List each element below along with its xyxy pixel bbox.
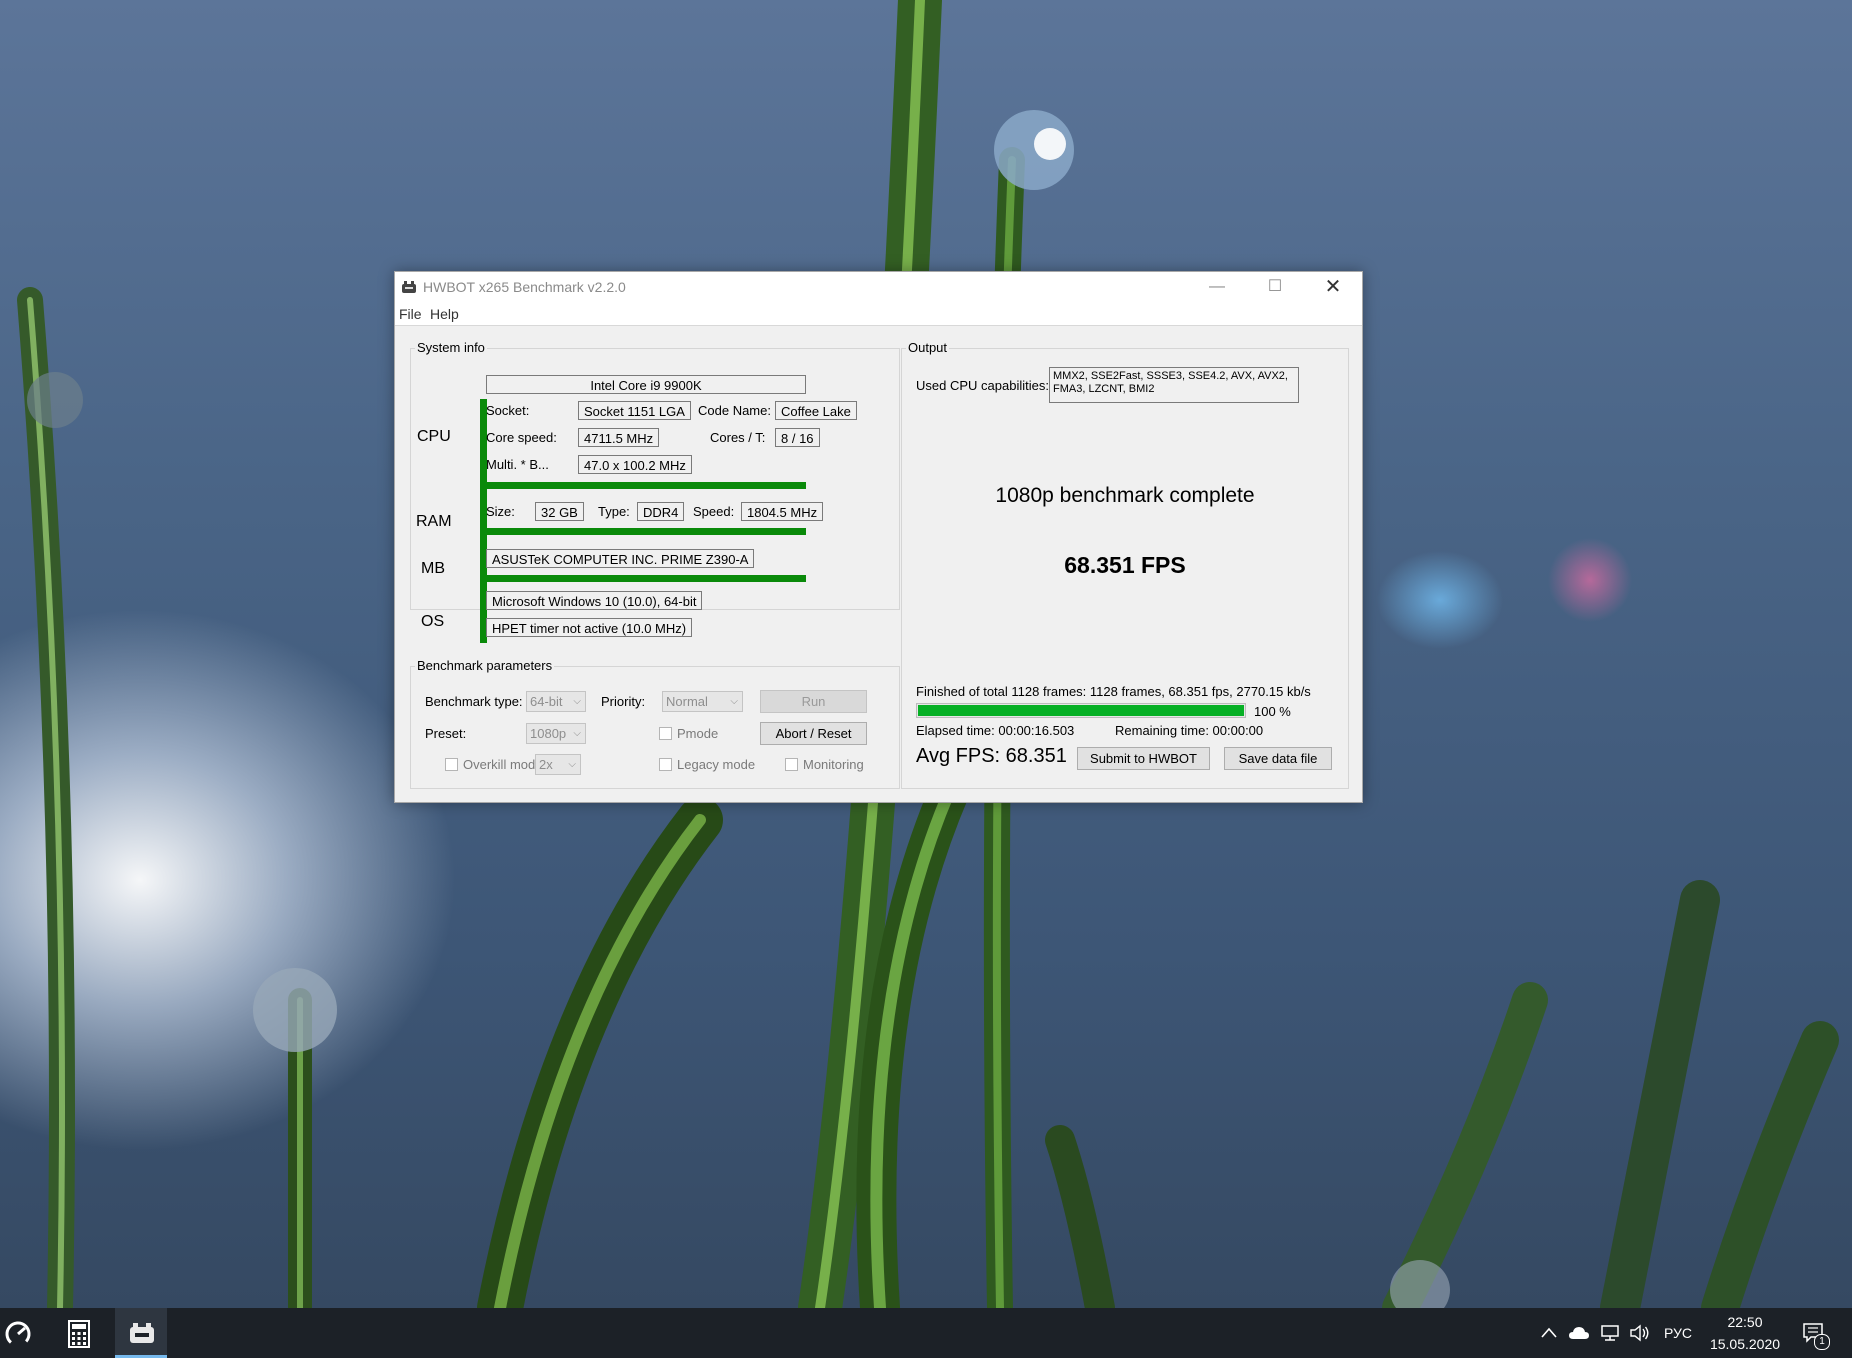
hwbot-app-icon[interactable] bbox=[126, 1318, 158, 1350]
ram-speed-label: Speed: bbox=[693, 504, 735, 519]
code-name-field: Coffee Lake bbox=[775, 401, 857, 420]
mb-divider-bar bbox=[486, 575, 806, 582]
cores-field: 8 / 16 bbox=[775, 428, 820, 447]
system-info-group: System info CPU RAM MB OS Intel Core i9 … bbox=[410, 340, 900, 643]
close-button[interactable]: ✕ bbox=[1304, 272, 1362, 303]
progress-bar bbox=[916, 703, 1246, 718]
overkill-select[interactable]: 2x ⌵ bbox=[535, 754, 581, 775]
abort-reset-button[interactable]: Abort / Reset bbox=[760, 722, 867, 745]
ram-type-field: DDR4 bbox=[637, 502, 685, 521]
volume-icon[interactable] bbox=[1629, 1324, 1651, 1342]
save-data-file-button[interactable]: Save data file bbox=[1224, 747, 1332, 770]
core-speed-field: 4711.5 MHz bbox=[578, 428, 660, 447]
benchmark-status: 1080p benchmark complete bbox=[995, 484, 1255, 507]
overkill-label: Overkill mode bbox=[463, 757, 543, 772]
elapsed-time: Elapsed time: 00:00:16.503 bbox=[916, 723, 1075, 738]
cpu-capabilities-line-1: MMX2, SSE2Fast, SSSE3, SSE4.2, AVX, AVX2… bbox=[1053, 370, 1288, 382]
ram-label: RAM bbox=[416, 513, 452, 530]
clock-date[interactable]: 15.05.2020 bbox=[1700, 1336, 1790, 1352]
submit-hwbot-button[interactable]: Submit to HWBOT bbox=[1077, 747, 1210, 770]
power-gauge-icon[interactable] bbox=[2, 1318, 34, 1350]
run-button[interactable]: Run bbox=[760, 690, 867, 713]
language-indicator[interactable]: РУС bbox=[1660, 1325, 1696, 1341]
onedrive-cloud-icon[interactable] bbox=[1568, 1325, 1590, 1341]
ram-size-label: Size: bbox=[486, 504, 515, 519]
ram-divider-bar bbox=[486, 528, 806, 535]
core-speed-label: Core speed: bbox=[486, 430, 557, 445]
preset-select[interactable]: 1080p ⌵ bbox=[526, 723, 586, 744]
multi-label: Multi. * B... bbox=[486, 457, 549, 472]
cpu-capabilities-field: MMX2, SSE2Fast, SSSE3, SSE4.2, AVX, AVX2… bbox=[1049, 367, 1299, 403]
pmode-label: Pmode bbox=[677, 726, 719, 741]
minimize-button[interactable]: — bbox=[1188, 272, 1246, 303]
progress-percent: 100 % bbox=[1254, 704, 1291, 719]
benchmark-params-group: Benchmark parameters Benchmark type: 64-… bbox=[410, 658, 900, 789]
maximize-button[interactable]: ☐ bbox=[1246, 272, 1304, 303]
os-label: OS bbox=[421, 613, 445, 630]
menu-file[interactable]: File bbox=[399, 306, 422, 322]
window-title: HWBOT x265 Benchmark v2.2.0 bbox=[423, 279, 626, 295]
network-icon[interactable] bbox=[1599, 1324, 1621, 1342]
monitoring-label: Monitoring bbox=[803, 757, 864, 772]
clock-time[interactable]: 22:50 bbox=[1700, 1314, 1790, 1330]
benchmark-window: HWBOT x265 Benchmark v2.2.0 — ☐ ✕ File H… bbox=[394, 271, 1363, 803]
socket-label: Socket: bbox=[486, 403, 530, 418]
timer-field: HPET timer not active (10.0 MHz) bbox=[486, 618, 693, 637]
legacy-mode-label: Legacy mode bbox=[677, 757, 756, 772]
priority-label: Priority: bbox=[601, 694, 646, 709]
title-bar[interactable]: HWBOT x265 Benchmark v2.2.0 — ☐ ✕ bbox=[395, 272, 1362, 303]
chevron-down-icon: ⌵ bbox=[730, 696, 738, 707]
ram-type-label: Type: bbox=[598, 504, 630, 519]
avg-fps: Avg FPS: 68.351 bbox=[916, 745, 1067, 767]
cores-label: Cores / T: bbox=[710, 430, 766, 445]
cpu-divider-bar bbox=[486, 482, 806, 489]
monitoring-checkbox[interactable] bbox=[785, 758, 798, 771]
finished-frames-text: Finished of total 1128 frames: 1128 fram… bbox=[916, 684, 1311, 699]
preset-label: Preset: bbox=[425, 726, 467, 741]
overkill-checkbox[interactable] bbox=[445, 758, 458, 771]
cpu-capabilities-line-2: FMA3, LZCNT, BMI2 bbox=[1053, 383, 1155, 395]
benchmark-params-label: Benchmark parameters bbox=[415, 658, 555, 673]
pmode-checkbox[interactable] bbox=[659, 727, 672, 740]
code-name-label: Code Name: bbox=[698, 403, 771, 418]
chevron-down-icon: ⌵ bbox=[573, 728, 581, 739]
cpu-capabilities-label: Used CPU capabilities: bbox=[916, 378, 1049, 393]
cpu-name-field: Intel Core i9 9900K bbox=[486, 375, 806, 394]
chevron-down-icon: ⌵ bbox=[573, 696, 581, 707]
progress-fill bbox=[918, 705, 1244, 716]
legacy-mode-checkbox[interactable] bbox=[659, 758, 672, 771]
system-info-label: System info bbox=[415, 340, 487, 355]
multi-field: 47.0 x 100.2 MHz bbox=[578, 455, 692, 474]
ram-speed-field: 1804.5 MHz bbox=[741, 502, 824, 521]
benchmark-type-select[interactable]: 64-bit ⌵ bbox=[526, 691, 586, 712]
benchmark-type-label: Benchmark type: bbox=[425, 694, 523, 709]
notification-count-badge: 1 bbox=[1814, 1334, 1830, 1350]
chevron-down-icon: ⌵ bbox=[568, 759, 576, 770]
output-label: Output bbox=[906, 340, 950, 355]
ram-size-field: 32 GB bbox=[535, 502, 584, 521]
menu-help[interactable]: Help bbox=[430, 306, 459, 322]
socket-field: Socket 1151 LGA bbox=[578, 401, 691, 420]
fps-result: 68.351 FPS bbox=[1064, 552, 1186, 578]
cpu-label: CPU bbox=[417, 428, 451, 445]
remaining-time: Remaining time: 00:00:00 bbox=[1115, 723, 1264, 738]
output-group: Output Used CPU capabilities: MMX2, SSE2… bbox=[901, 340, 1349, 789]
mb-label: MB bbox=[421, 560, 445, 577]
hwbot-app-icon bbox=[402, 281, 416, 293]
calculator-icon[interactable] bbox=[63, 1318, 95, 1350]
menu-bar: File Help bbox=[395, 303, 1362, 326]
os-field: Microsoft Windows 10 (10.0), 64-bit bbox=[486, 591, 703, 610]
motherboard-field: ASUSTeK COMPUTER INC. PRIME Z390-A bbox=[486, 549, 755, 568]
chevron-up-icon[interactable] bbox=[1540, 1325, 1558, 1341]
priority-select[interactable]: Normal ⌵ bbox=[662, 691, 743, 712]
